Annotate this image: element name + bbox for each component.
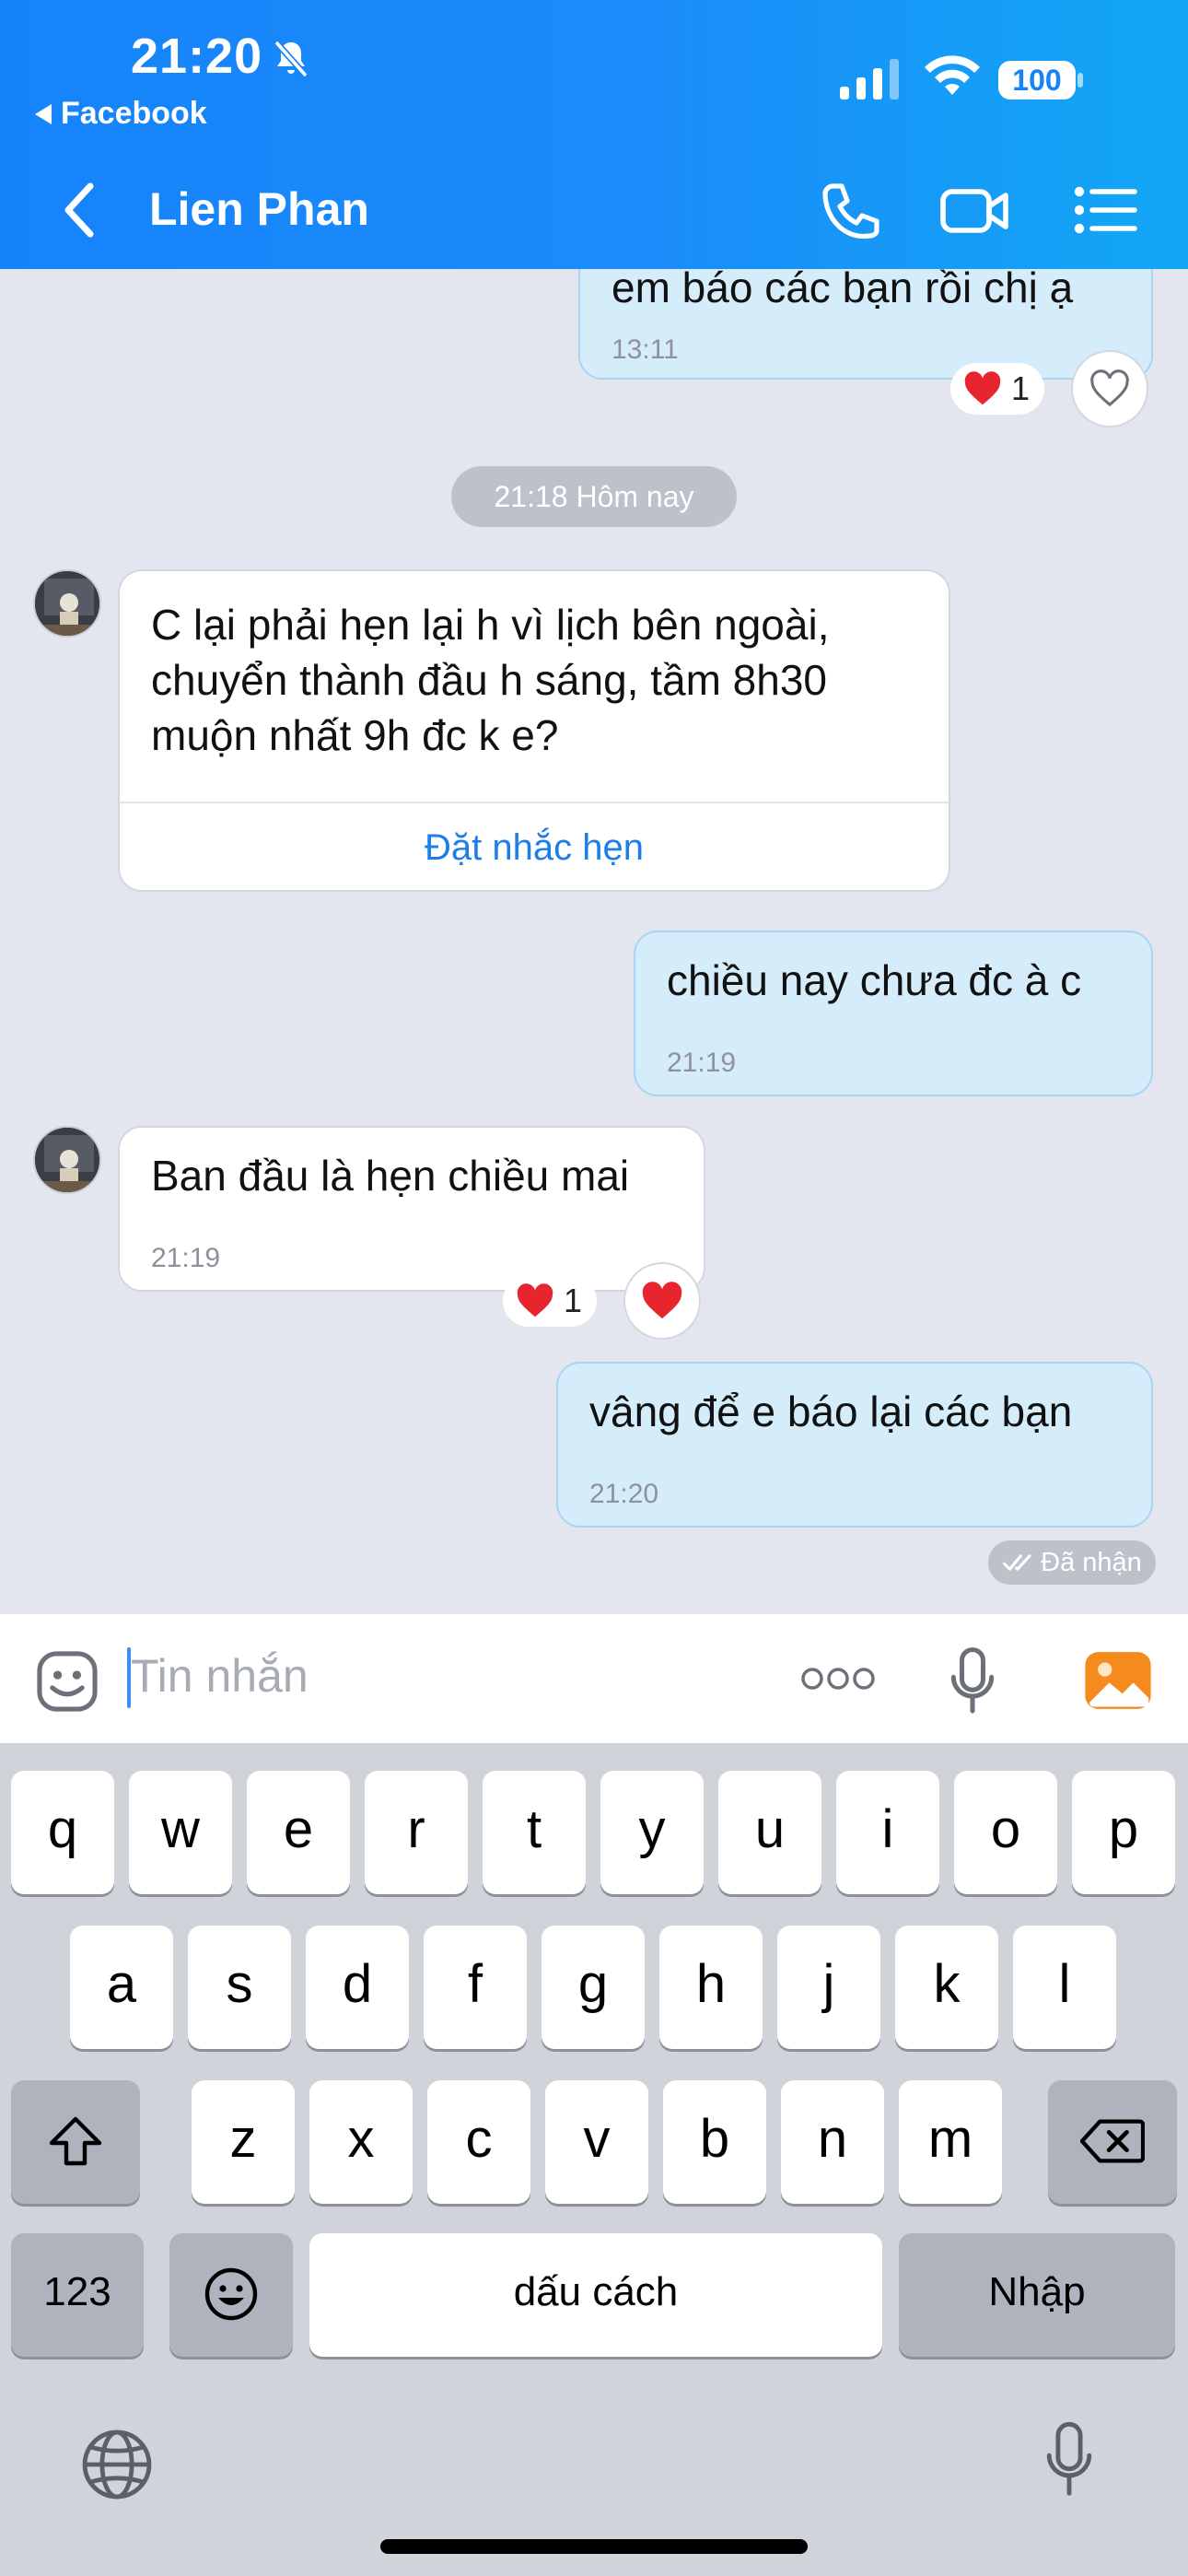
message-bubble-incoming[interactable]: C lại phải hẹn lại h vì lịch bên ngoài, … bbox=[118, 569, 950, 892]
bell-muted-icon bbox=[274, 40, 309, 78]
chat-header: 21:20 Facebook 100 Lien Phan bbox=[0, 0, 1188, 269]
microphone-icon[interactable] bbox=[947, 1645, 998, 1717]
key-i[interactable]: i bbox=[836, 1771, 939, 1894]
key-j[interactable]: j bbox=[777, 1926, 880, 2049]
key-h[interactable]: h bbox=[659, 1926, 763, 2049]
double-check-icon bbox=[1003, 1554, 1031, 1571]
message-text: Ban đầu là hẹn chiều mai bbox=[151, 1152, 630, 1200]
key-l[interactable]: l bbox=[1013, 1926, 1116, 2049]
message-time: 21:19 bbox=[667, 1048, 737, 1078]
message-text: vâng để e báo lại các bạn bbox=[589, 1388, 1073, 1435]
video-call-icon[interactable] bbox=[938, 181, 1011, 240]
message-line: C lại phải hẹn lại h vì lịch bên ngoài, bbox=[151, 601, 830, 649]
key-z[interactable]: z bbox=[192, 2080, 295, 2204]
delivery-status-label: Đã nhận bbox=[1041, 1547, 1142, 1577]
key-w[interactable]: w bbox=[129, 1771, 232, 1894]
phone-call-icon[interactable] bbox=[814, 181, 888, 240]
key-y[interactable]: y bbox=[600, 1771, 704, 1894]
message-bubble-outgoing[interactable]: vâng để e báo lại các bạn 21:20 bbox=[556, 1362, 1153, 1528]
heart-outline-icon bbox=[1090, 369, 1129, 407]
key-f[interactable]: f bbox=[424, 1926, 527, 2049]
keyboard: q w e r t y u i o p a s d f g h j k l z … bbox=[0, 1743, 1188, 2576]
key-q[interactable]: q bbox=[11, 1771, 114, 1894]
message-bubble-outgoing[interactable]: chiều nay chưa đc à c 21:19 bbox=[634, 931, 1153, 1096]
heart-icon bbox=[964, 371, 1001, 405]
key-u[interactable]: u bbox=[718, 1771, 821, 1894]
message-time: 13:11 bbox=[611, 334, 679, 365]
backspace-key[interactable] bbox=[1048, 2080, 1177, 2204]
reaction-count-chip[interactable]: 1 bbox=[950, 363, 1045, 415]
back-app-label: Facebook bbox=[61, 96, 207, 131]
key-k[interactable]: k bbox=[895, 1926, 998, 2049]
key-x[interactable]: x bbox=[309, 2080, 413, 2204]
wifi-icon bbox=[925, 55, 980, 95]
key-s[interactable]: s bbox=[188, 1926, 291, 2049]
key-n[interactable]: n bbox=[781, 2080, 884, 2204]
status-time: 21:20 bbox=[131, 29, 263, 84]
react-button[interactable] bbox=[623, 1262, 701, 1340]
delivery-status: Đã nhận bbox=[988, 1540, 1156, 1585]
menu-list-icon[interactable] bbox=[1068, 181, 1142, 240]
message-time: 21:20 bbox=[589, 1479, 659, 1509]
key-b[interactable]: b bbox=[663, 2080, 766, 2204]
message-bubble-incoming[interactable]: Ban đầu là hẹn chiều mai 21:19 bbox=[118, 1126, 705, 1292]
shift-arrow-icon bbox=[49, 2116, 102, 2166]
chat-title[interactable]: Lien Phan bbox=[149, 182, 369, 236]
avatar-photo-icon bbox=[35, 571, 99, 636]
more-options-icon[interactable] bbox=[799, 1662, 877, 1695]
date-divider: 21:18 Hôm nay bbox=[451, 466, 737, 527]
photo-gallery-icon[interactable] bbox=[1083, 1649, 1153, 1712]
battery-indicator: 100 bbox=[996, 57, 1085, 103]
heart-icon bbox=[642, 1282, 682, 1319]
key-p[interactable]: p bbox=[1072, 1771, 1175, 1894]
home-indicator[interactable] bbox=[380, 2539, 808, 2554]
globe-icon[interactable] bbox=[77, 2425, 157, 2504]
space-key[interactable]: dấu cách bbox=[309, 2233, 882, 2357]
heart-icon bbox=[517, 1283, 553, 1317]
message-bubble-outgoing[interactable]: em báo các bạn rồi chị ạ 13:11 bbox=[578, 269, 1153, 380]
back-to-facebook[interactable]: Facebook bbox=[35, 96, 207, 132]
key-r[interactable]: r bbox=[365, 1771, 468, 1894]
key-c[interactable]: c bbox=[427, 2080, 530, 2204]
cellular-signal-icon bbox=[840, 59, 899, 100]
emoji-icon bbox=[204, 2267, 258, 2321]
message-list[interactable]: em báo các bạn rồi chị ạ 13:11 1 21:18 H… bbox=[0, 269, 1188, 1614]
message-input[interactable]: Tin nhắn bbox=[131, 1649, 309, 1703]
react-button[interactable] bbox=[1071, 350, 1148, 427]
shift-key[interactable] bbox=[11, 2080, 140, 2204]
key-g[interactable]: g bbox=[542, 1926, 645, 2049]
message-time: 21:19 bbox=[151, 1243, 221, 1273]
reaction-count: 1 bbox=[1011, 369, 1031, 407]
reaction-count: 1 bbox=[564, 1282, 583, 1319]
message-text: em báo các bạn rồi chị ạ bbox=[611, 269, 1074, 311]
back-chevron-icon[interactable] bbox=[61, 181, 98, 240]
message-line: muộn nhất 9h đc k e? bbox=[151, 711, 559, 759]
sticker-emoji-icon[interactable] bbox=[33, 1647, 101, 1715]
key-o[interactable]: o bbox=[954, 1771, 1057, 1894]
avatar[interactable] bbox=[33, 1126, 101, 1194]
key-v[interactable]: v bbox=[545, 2080, 648, 2204]
return-key[interactable]: Nhập bbox=[899, 2233, 1175, 2357]
key-d[interactable]: d bbox=[306, 1926, 409, 2049]
backspace-icon bbox=[1079, 2119, 1146, 2163]
battery-percent: 100 bbox=[1012, 64, 1062, 97]
key-a[interactable]: a bbox=[70, 1926, 173, 2049]
message-text: chiều nay chưa đc à c bbox=[667, 956, 1082, 1004]
avatar-photo-icon bbox=[35, 1128, 99, 1192]
set-reminder-button[interactable]: Đặt nhắc hẹn bbox=[120, 802, 949, 890]
back-triangle-icon bbox=[35, 103, 52, 124]
key-t[interactable]: t bbox=[483, 1771, 586, 1894]
emoji-key[interactable] bbox=[169, 2233, 293, 2357]
key-m[interactable]: m bbox=[899, 2080, 1002, 2204]
numbers-key[interactable]: 123 bbox=[11, 2233, 144, 2357]
avatar[interactable] bbox=[33, 569, 101, 638]
message-line: chuyển thành đầu h sáng, tầm 8h30 bbox=[151, 656, 828, 704]
dictation-microphone-icon[interactable] bbox=[1042, 2419, 1096, 2500]
message-text: C lại phải hẹn lại h vì lịch bên ngoài, … bbox=[151, 597, 829, 763]
reaction-count-chip[interactable]: 1 bbox=[503, 1275, 598, 1327]
key-e[interactable]: e bbox=[247, 1771, 350, 1894]
message-composer: Tin nhắn bbox=[0, 1614, 1188, 1743]
